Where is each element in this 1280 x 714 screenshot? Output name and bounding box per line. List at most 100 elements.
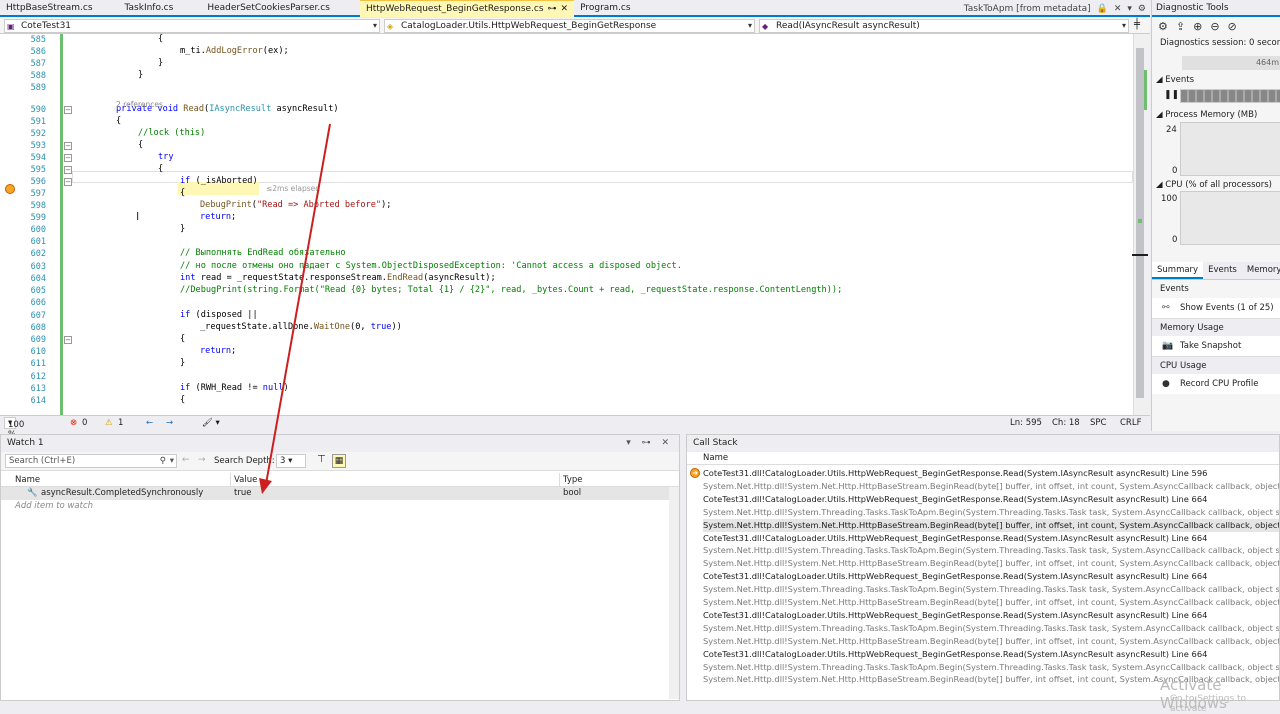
tab-summary[interactable]: Summary <box>1152 262 1204 279</box>
callstack-row[interactable]: System.Net.Http.dll!System.Net.Http.Http… <box>703 596 1279 609</box>
tab-httpbasestream[interactable]: HttpBaseStream.cs <box>0 0 99 17</box>
code-line[interactable]: //lock (this) <box>138 128 205 138</box>
callstack-row[interactable]: System.Net.Http.dll!System.Threading.Tas… <box>703 622 1279 635</box>
collapse-icon[interactable]: − <box>64 142 72 150</box>
zoom-in-icon[interactable]: ⊕ <box>1193 20 1202 33</box>
watch-row-value[interactable]: true <box>234 487 251 500</box>
code-line[interactable]: if (_isAborted) <box>180 176 258 186</box>
tab-headersetcookiesparser[interactable]: HeaderSetCookiesParser.cs <box>201 0 336 17</box>
callstack-row[interactable]: System.Net.Http.dll!System.Net.Http.Http… <box>703 480 1279 493</box>
hex-display-icon[interactable]: ▦ <box>332 454 346 468</box>
cpu-graph[interactable] <box>1180 191 1280 245</box>
column-type[interactable]: Type <box>563 473 583 487</box>
collapse-icon[interactable]: − <box>64 178 72 186</box>
code-line[interactable]: if (disposed || <box>180 310 258 320</box>
callstack-row[interactable]: System.Net.Http.dll!System.Threading.Tas… <box>703 544 1279 557</box>
column-divider[interactable] <box>230 473 231 487</box>
code-line[interactable]: { <box>158 164 163 174</box>
code-line[interactable]: { <box>180 395 185 405</box>
column-value[interactable]: Value <box>234 473 257 487</box>
callstack-row[interactable]: System.Net.Http.dll!System.Net.Http.Http… <box>703 557 1279 570</box>
tab-taskinfo[interactable]: TaskInfo.cs <box>119 0 180 17</box>
search-forward-icon[interactable]: → <box>198 455 206 465</box>
code-line[interactable]: m_ti.AddLogError(ex); <box>180 46 289 56</box>
line-ending-mode[interactable]: CRLF <box>1120 418 1141 428</box>
execution-pointer-breakpoint-icon[interactable] <box>5 184 15 194</box>
callstack-row[interactable]: CoteTest31.dll!CatalogLoader.Utils.HttpW… <box>703 609 1207 622</box>
error-count[interactable]: 0 <box>82 418 87 428</box>
callstack-row[interactable]: System.Net.Http.dll!System.Net.Http.Http… <box>703 635 1279 648</box>
callstack-row[interactable]: System.Net.Http.dll!System.Net.Http.Http… <box>703 518 1279 532</box>
zoom-dropdown[interactable]: 100 % ▾ <box>4 417 24 440</box>
callstack-row[interactable]: CoteTest31.dll!CatalogLoader.Utils.HttpW… <box>703 648 1207 661</box>
code-cleanup-icon[interactable]: 🖌 ▾ <box>202 418 220 428</box>
watch-scrollbar[interactable] <box>669 487 679 699</box>
search-back-icon[interactable]: ← <box>182 455 190 465</box>
tab-httpwebrequest-begingetresponse[interactable]: HttpWebRequest_BeginGetResponse.cs ⊶ ✕ <box>359 0 575 17</box>
code-line[interactable]: { <box>180 188 185 198</box>
warning-icon[interactable]: ⚠ <box>105 418 113 428</box>
code-line[interactable]: } <box>180 358 185 368</box>
code-line[interactable]: if (RWH_Read != null) <box>180 383 289 393</box>
code-line[interactable]: // Выполнять EndRead обязательно <box>180 248 346 258</box>
callstack-row[interactable]: System.Net.Http.dll!System.Threading.Tas… <box>703 661 1279 674</box>
zoom-out-icon[interactable]: ⊖ <box>1210 20 1219 33</box>
split-editor-icon[interactable]: ╪ <box>1134 19 1140 30</box>
close-icon[interactable]: ✕ <box>561 4 569 14</box>
code-line[interactable]: } <box>158 58 163 68</box>
tab-events[interactable]: Events <box>1203 262 1242 279</box>
watch-row[interactable]: 🔧 asyncResult.CompletedSynchronously tru… <box>1 487 669 500</box>
code-line[interactable]: { <box>180 334 185 344</box>
memory-graph[interactable] <box>1180 122 1280 176</box>
lock-icon[interactable]: 🔒 <box>1097 4 1108 14</box>
scrollbar-thumb[interactable] <box>1136 48 1144 398</box>
navigate-forward-icon[interactable]: → <box>166 418 173 428</box>
collapse-icon[interactable]: − <box>64 154 72 162</box>
add-item-to-watch[interactable]: Add item to watch <box>15 501 93 511</box>
show-events-link[interactable]: ⚯ Show Events (1 of 25) <box>1152 298 1280 318</box>
take-snapshot-link[interactable]: 📷 Take Snapshot <box>1152 336 1280 356</box>
code-editor[interactable]: 585 {586 m_ti.AddLogError(ex); 587} 588} 589 5… <box>0 34 1133 415</box>
class-dropdown[interactable]: ◈ CatalogLoader.Utils.HttpWebRequest_Begi… <box>384 19 755 33</box>
collapse-icon[interactable]: − <box>64 166 72 174</box>
code-line[interactable]: _requestState.allDone.WaitOne(0, true)) <box>200 322 402 332</box>
callstack-column-header[interactable]: Name <box>687 452 1279 465</box>
code-line[interactable]: } <box>138 70 143 80</box>
code-line[interactable]: { <box>138 140 143 150</box>
callstack-row[interactable]: CoteTest31.dll!CatalogLoader.Utils.HttpW… <box>703 570 1207 583</box>
code-line[interactable]: //DebugPrint(string.Format("Read {0} byt… <box>180 285 842 295</box>
callstack-row[interactable]: CoteTest31.dll!CatalogLoader.Utils.HttpW… <box>703 493 1207 506</box>
preview-tab-label[interactable]: TaskToApm [from metadata] <box>964 4 1091 14</box>
callstack-row[interactable]: CoteTest31.dll!CatalogLoader.Utils.HttpW… <box>703 532 1207 545</box>
callstack-row[interactable]: System.Net.Http.dll!System.Threading.Tas… <box>703 583 1279 596</box>
code-line[interactable]: DebugPrint("Read => Aborted before"); <box>200 200 391 210</box>
collapse-icon[interactable]: − <box>64 336 72 344</box>
collapse-icon[interactable]: − <box>64 106 72 114</box>
events-track[interactable] <box>1180 89 1280 103</box>
settings-icon[interactable]: ⚙ <box>1138 4 1146 14</box>
code-line[interactable]: try <box>158 152 174 162</box>
column-name[interactable]: Name <box>15 473 40 487</box>
reset-zoom-icon[interactable]: ⊘ <box>1228 20 1237 33</box>
code-line[interactable]: } <box>180 224 185 234</box>
close-icon[interactable]: ✕ <box>1114 4 1122 14</box>
timeline-ruler[interactable]: 464m <box>1182 56 1280 70</box>
code-line[interactable]: int read = _requestState.responseStream.… <box>180 273 496 283</box>
callstack-row[interactable]: System.Net.Http.dll!System.Threading.Tas… <box>703 506 1279 519</box>
column-divider[interactable] <box>559 473 560 487</box>
watch-search-input[interactable]: Search (Ctrl+E) ⚲ ▾ <box>5 454 177 468</box>
callstack-row[interactable]: CoteTest31.dll!CatalogLoader.Utils.HttpW… <box>703 467 1207 480</box>
search-depth-dropdown[interactable]: 3 ▾ <box>276 454 306 468</box>
code-line[interactable]: { <box>158 34 163 44</box>
project-dropdown[interactable]: ▣ CoteTest31 ▾ <box>4 19 380 33</box>
codelens-references[interactable]: 2 references <box>116 100 163 109</box>
navigate-back-icon[interactable]: ← <box>146 418 153 428</box>
pin-icon[interactable]: ⊤ <box>317 454 326 465</box>
window-controls[interactable]: ▾ ⊶ ✕ <box>626 435 673 451</box>
pause-icon[interactable]: ❚❚ <box>1164 90 1179 100</box>
code-line[interactable]: { <box>116 116 121 126</box>
tab-memory[interactable]: Memory <box>1242 262 1280 279</box>
tab-dropdown-icon[interactable]: ▾ <box>1127 4 1132 14</box>
code-line[interactable]: // но после отмены оно падает с System.O… <box>180 261 682 271</box>
whitespace-mode[interactable]: SPC <box>1090 418 1106 428</box>
